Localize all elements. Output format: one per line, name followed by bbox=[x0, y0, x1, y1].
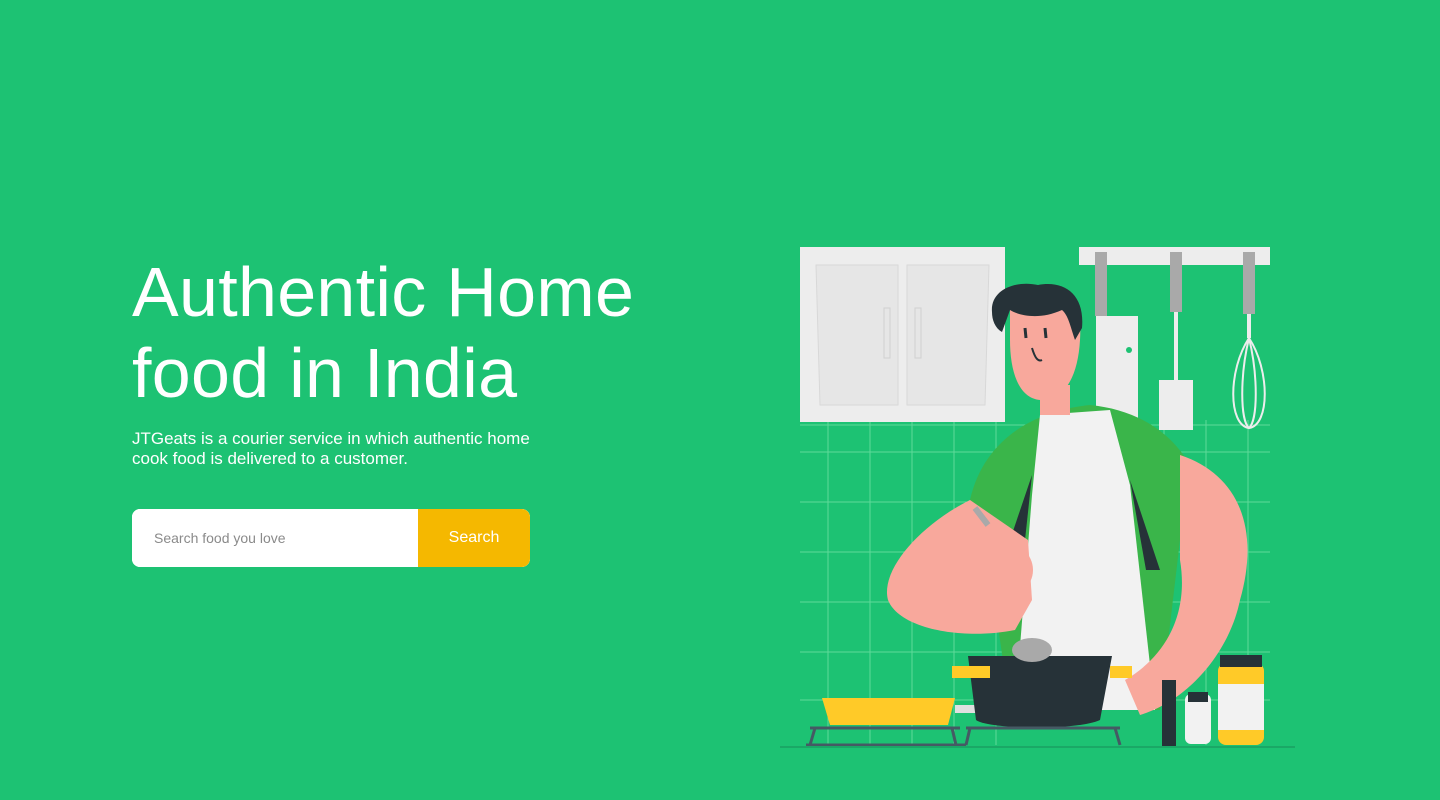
search-bar: Search bbox=[132, 509, 530, 567]
hero-subtitle: JTGeats is a courier service in which au… bbox=[132, 429, 530, 468]
search-button[interactable]: Search bbox=[418, 509, 530, 567]
stove bbox=[780, 638, 1295, 748]
wall-cabinet bbox=[800, 247, 1005, 422]
hero-section: Authentic Home food in India JTGeats is … bbox=[0, 0, 1440, 800]
utensil-rack bbox=[1079, 247, 1270, 430]
hero-title-line2: food in India bbox=[132, 334, 518, 412]
chef-cooking-illustration bbox=[780, 247, 1295, 748]
hero-title: Authentic Home food in India bbox=[132, 252, 692, 414]
search-input[interactable] bbox=[132, 509, 418, 567]
hero-title-line1: Authentic Home bbox=[132, 253, 635, 331]
